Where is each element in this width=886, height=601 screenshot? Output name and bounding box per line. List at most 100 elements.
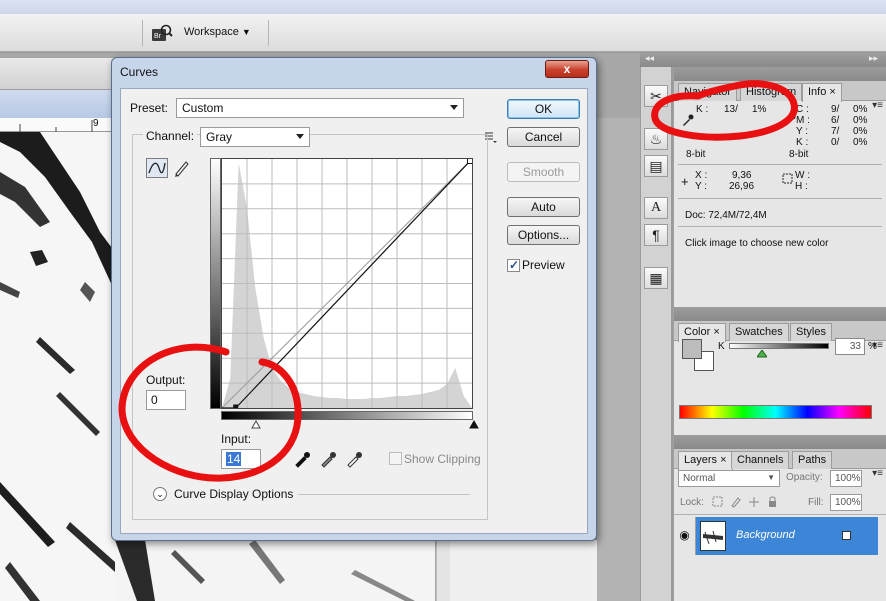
k-label: K :: [696, 104, 709, 115]
show-clipping-checkbox[interactable]: [389, 452, 402, 465]
fill-field[interactable]: 100%: [830, 494, 862, 511]
ok-button[interactable]: OK: [507, 99, 580, 119]
character-icon[interactable]: A: [644, 197, 668, 219]
tab-color-label: Color: [684, 326, 711, 338]
curve-display-options-label[interactable]: Curve Display Options: [174, 487, 293, 501]
channel-value: Gray: [206, 130, 233, 144]
dialog-title: Curves: [120, 65, 159, 79]
selection-size-icon: [782, 173, 793, 184]
dialog-body: Preset: Custom Channel: Gray Output: 0 I…: [120, 88, 588, 534]
document-canvas-lower[interactable]: [115, 540, 435, 601]
y-label: Y :: [695, 181, 708, 192]
color-spectrum-bar[interactable]: [679, 405, 872, 419]
clone-source-icon[interactable]: ▤: [644, 155, 668, 177]
gray-eyedropper-icon[interactable]: [319, 450, 337, 468]
expand-arrows-icon[interactable]: ▸▸: [869, 53, 878, 64]
k-value: 33: [849, 341, 861, 352]
horizontal-ruler: 9: [0, 118, 115, 132]
x-value: 9,36: [732, 170, 752, 181]
slider-thumb-icon[interactable]: [757, 350, 767, 358]
tab-navigator[interactable]: Navigator: [678, 83, 738, 101]
tab-layers[interactable]: Layers ×: [678, 451, 733, 470]
workspace-menu[interactable]: Workspace ▼: [184, 26, 251, 38]
close-button[interactable]: x: [545, 60, 589, 78]
tab-channels[interactable]: Channels: [731, 451, 790, 469]
input-gradient-bar: [221, 411, 473, 420]
tab-histogram[interactable]: Histogram: [740, 83, 803, 101]
k-after-value: 1%: [752, 104, 767, 115]
divider: [678, 198, 882, 199]
opacity-field[interactable]: 100%: [830, 470, 862, 487]
eye-icon[interactable]: ◉: [674, 517, 696, 555]
smooth-button[interactable]: Smooth: [507, 162, 580, 182]
channel-select[interactable]: Gray: [200, 127, 310, 147]
doc-size: Doc: 72,4M/72,4M: [685, 210, 767, 221]
tab-styles[interactable]: Styles: [790, 323, 832, 341]
cancel-button[interactable]: Cancel: [507, 127, 580, 147]
k-slider[interactable]: [729, 343, 829, 349]
title-strip: [0, 0, 886, 14]
cmyk-value-m: 6/: [831, 115, 840, 126]
eyedropper-icon: [683, 114, 694, 126]
options-button[interactable]: Options...: [507, 225, 580, 245]
lock-label: Lock:: [680, 497, 704, 508]
panel-header: [674, 307, 886, 321]
opacity-value: 100%: [835, 473, 861, 484]
layers-panel: Layers × Channels Paths ▾≡ Normal ▼ Opac…: [673, 435, 886, 601]
tool-presets-icon[interactable]: ✂: [644, 85, 668, 107]
auto-button[interactable]: Auto: [507, 197, 580, 217]
y-value: 26,96: [729, 181, 755, 192]
curve-edit-tool[interactable]: [146, 158, 168, 178]
preset-select[interactable]: Custom: [176, 98, 464, 118]
opacity-label: Opacity:: [786, 472, 823, 483]
output-field[interactable]: 0: [146, 390, 186, 410]
curve-graph[interactable]: [221, 158, 473, 410]
document-canvas[interactable]: [0, 132, 115, 601]
cmyk-value-k: 0/: [831, 137, 840, 148]
white-eyedropper-icon[interactable]: [345, 450, 363, 468]
workspace-label: Workspace: [184, 26, 239, 38]
black-point-slider[interactable]: [251, 420, 261, 429]
lock-icon: [842, 531, 851, 540]
document-scrollbar[interactable]: [436, 540, 450, 601]
black-eyedropper-icon[interactable]: [293, 450, 311, 468]
collapse-arrows-icon[interactable]: ◂◂: [645, 53, 654, 64]
preview-label: Preview: [522, 258, 565, 272]
disclosure-chevron-icon[interactable]: ⌄: [153, 487, 167, 501]
document-tab-bar: [0, 58, 115, 90]
tab-layers-label: Layers: [684, 454, 718, 466]
info-hint: Click image to choose new color: [685, 238, 829, 249]
k-before-value: 13/: [724, 104, 738, 115]
toolbar-separator: [142, 20, 143, 46]
foreground-color-swatch[interactable]: [682, 339, 702, 359]
paragraph-icon[interactable]: ¶: [644, 224, 668, 246]
k-value-field[interactable]: 33: [835, 338, 865, 355]
preview-checkbox[interactable]: ✓: [507, 258, 520, 272]
output-gradient-bar: [210, 158, 221, 409]
k-unit: %: [868, 341, 877, 352]
pencil-icon[interactable]: [172, 158, 190, 178]
app-options-bar: Br Workspace ▼: [0, 14, 886, 52]
output-value: 0: [151, 393, 158, 407]
brushes-icon[interactable]: ♨: [644, 128, 668, 150]
tab-paths[interactable]: Paths: [792, 451, 833, 469]
tab-info[interactable]: Info ×: [802, 83, 842, 102]
blend-mode-select[interactable]: Normal ▼: [678, 470, 780, 487]
chevron-down-icon: [450, 105, 458, 110]
color-panel: Color × Swatches Styles ▾≡ K 33 %: [673, 307, 886, 435]
bridge-icon[interactable]: Br: [151, 23, 173, 43]
tab-swatches[interactable]: Swatches: [729, 323, 789, 341]
white-point-slider[interactable]: [469, 420, 479, 429]
layer-thumbnail-image: [703, 530, 723, 545]
cmyk-label-y: Y :: [796, 126, 809, 137]
panel-menu-icon[interactable]: ▾≡: [872, 100, 883, 111]
lock-options-icons[interactable]: [712, 496, 778, 508]
layer-name: Background: [736, 529, 795, 541]
bit-depth-left: 8-bit: [686, 149, 706, 160]
panel-menu-icon[interactable]: ▾≡: [872, 468, 883, 479]
cmyk-after-c: 0%: [853, 104, 868, 115]
history-icon[interactable]: ▦: [644, 267, 668, 289]
cmyk-after-k: 0%: [853, 137, 868, 148]
input-field[interactable]: 14: [221, 449, 261, 469]
cmyk-value-y: 7/: [831, 126, 840, 137]
